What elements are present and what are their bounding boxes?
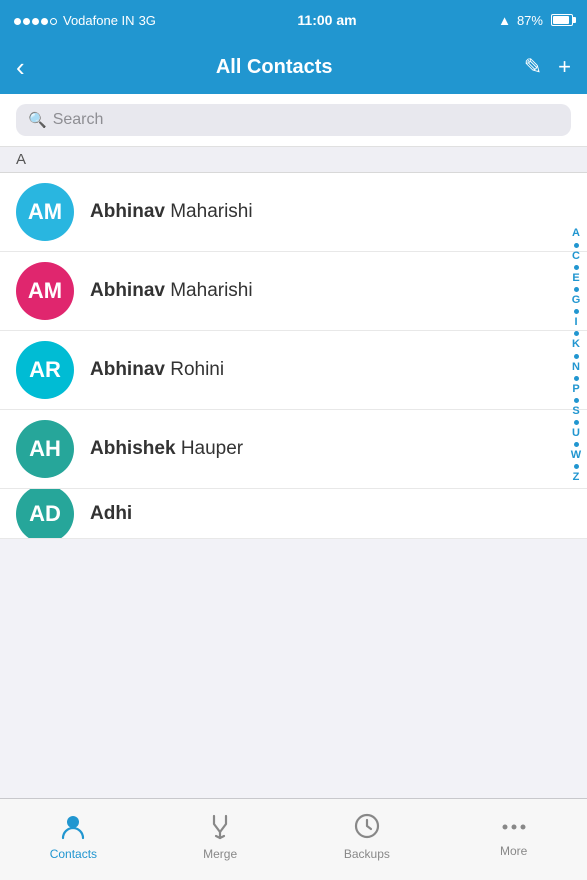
- list-item[interactable]: AM Abhinav Maharishi: [0, 252, 587, 331]
- alpha-dot: [574, 265, 579, 270]
- alpha-P[interactable]: P: [572, 383, 579, 396]
- alpha-dot: [574, 287, 579, 292]
- main-content: 🔍 Search A AM Abhinav Maharishi AM Abhin…: [0, 94, 587, 798]
- alpha-E[interactable]: E: [572, 272, 579, 285]
- search-field[interactable]: 🔍 Search: [16, 104, 571, 136]
- tab-backups[interactable]: Backups: [294, 799, 441, 880]
- alpha-dot: [574, 420, 579, 425]
- alpha-dot: [574, 376, 579, 381]
- alpha-S[interactable]: S: [572, 405, 579, 418]
- nav-bar: ‹ All Contacts ✎ +: [0, 40, 587, 94]
- alpha-I[interactable]: I: [574, 316, 577, 329]
- contact-name: Abhinav Rohini: [90, 359, 224, 381]
- alpha-dot: [574, 309, 579, 314]
- alpha-dot: [574, 354, 579, 359]
- contact-list: AM Abhinav Maharishi AM Abhinav Maharish…: [0, 173, 587, 539]
- tab-more-label: More: [500, 844, 527, 858]
- battery-percent: 87%: [517, 13, 543, 28]
- location-icon: ▲: [498, 13, 511, 28]
- status-right: ▲ 87%: [498, 13, 573, 28]
- merge-icon: [206, 812, 234, 844]
- tab-bar: Contacts Merge Backups: [0, 798, 587, 880]
- alpha-dot: [574, 331, 579, 336]
- avatar: AH: [16, 420, 74, 478]
- avatar: AR: [16, 341, 74, 399]
- alpha-dot: [574, 243, 579, 248]
- status-left: Vodafone IN 3G: [14, 13, 156, 28]
- edit-button[interactable]: ✎: [524, 54, 542, 80]
- tab-contacts[interactable]: Contacts: [0, 799, 147, 880]
- contact-name: Abhinav Maharishi: [90, 280, 253, 302]
- alpha-U[interactable]: U: [572, 427, 580, 440]
- add-button[interactable]: +: [558, 54, 571, 80]
- alpha-N[interactable]: N: [572, 361, 580, 374]
- tab-backups-label: Backups: [344, 847, 390, 861]
- tab-merge[interactable]: Merge: [147, 799, 294, 880]
- alphabet-index: A C E G I K N P S U W Z: [565, 173, 587, 539]
- contact-name: Abhinav Maharishi: [90, 201, 253, 223]
- search-icon: 🔍: [28, 111, 47, 129]
- alpha-W[interactable]: W: [571, 449, 581, 462]
- signal-dots: [14, 13, 59, 28]
- avatar: AD: [16, 489, 74, 539]
- page-title: All Contacts: [216, 56, 333, 79]
- time-label: 11:00 am: [297, 12, 356, 28]
- status-bar: Vodafone IN 3G 11:00 am ▲ 87%: [0, 0, 587, 40]
- battery-icon: [551, 14, 573, 26]
- network-label: 3G: [139, 13, 156, 28]
- list-item[interactable]: AR Abhinav Rohini: [0, 331, 587, 410]
- tab-merge-label: Merge: [203, 847, 237, 861]
- list-item[interactable]: AD Adhi: [0, 489, 587, 539]
- section-header-a: A: [0, 147, 587, 173]
- tab-contacts-label: Contacts: [50, 847, 97, 861]
- backups-icon: [353, 812, 381, 844]
- search-placeholder: Search: [53, 111, 104, 129]
- search-bar: 🔍 Search: [0, 94, 587, 147]
- more-icon: [500, 815, 528, 841]
- list-item[interactable]: AH Abhishek Hauper: [0, 410, 587, 489]
- carrier-label: Vodafone IN: [63, 13, 135, 28]
- alpha-dot: [574, 442, 579, 447]
- contact-name: Adhi: [90, 503, 132, 525]
- nav-actions: ✎ +: [524, 54, 571, 80]
- alpha-dot: [574, 464, 579, 469]
- back-button[interactable]: ‹: [16, 52, 25, 83]
- contact-name: Abhishek Hauper: [90, 438, 243, 460]
- avatar: AM: [16, 262, 74, 320]
- avatar: AM: [16, 183, 74, 241]
- contacts-icon: [59, 812, 87, 844]
- alpha-A[interactable]: A: [572, 227, 580, 240]
- tab-more[interactable]: More: [440, 799, 587, 880]
- alpha-dot: [574, 398, 579, 403]
- alpha-K[interactable]: K: [572, 338, 580, 351]
- alpha-C[interactable]: C: [572, 250, 580, 263]
- alpha-Z[interactable]: Z: [573, 471, 580, 484]
- list-item[interactable]: AM Abhinav Maharishi: [0, 173, 587, 252]
- alpha-G[interactable]: G: [572, 294, 581, 307]
